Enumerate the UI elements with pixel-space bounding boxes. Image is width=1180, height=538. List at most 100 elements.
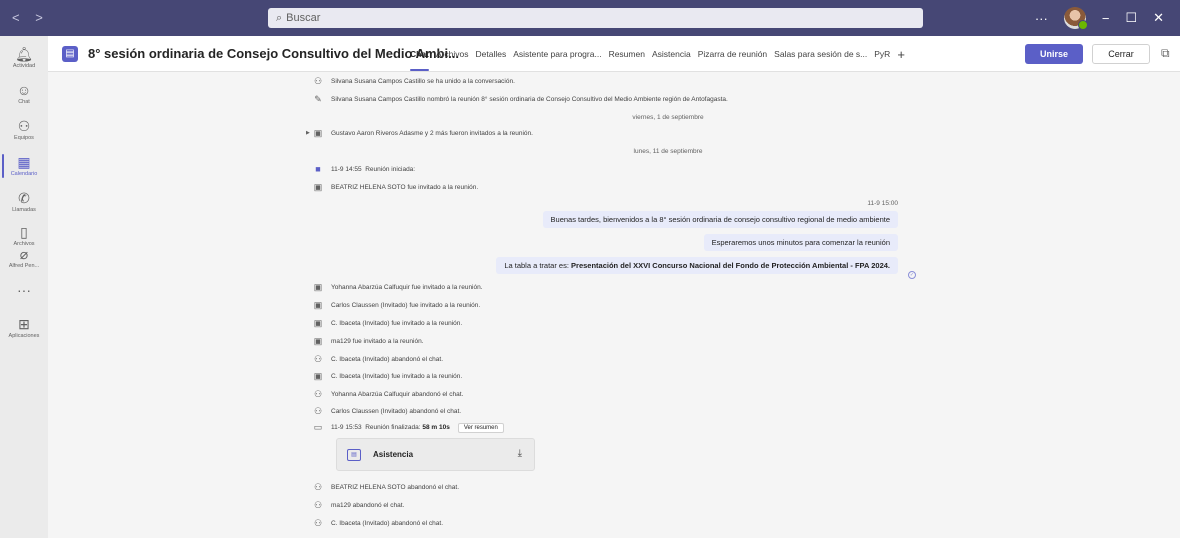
- event-text: Yohanna Abarzúa Calfuquir fue invitado a…: [331, 284, 483, 291]
- avatar[interactable]: [1063, 7, 1088, 30]
- tab-pizarra[interactable]: Pizarra de reunión: [698, 49, 767, 59]
- list-item: ▣ ma129 fue invitado a la reunión.: [312, 336, 424, 347]
- message-text: La tabla a tratar es:: [504, 261, 572, 270]
- attendance-file-card[interactable]: ▤ Asistencia ⤓: [336, 438, 535, 471]
- chat-area[interactable]: ⚇ Silvana Susana Campos Castillo se ha u…: [48, 72, 1180, 538]
- list-item: ■ 11-9 14:55 Reunión iniciada:: [312, 164, 415, 174]
- list-item: ✎ Silvana Susana Campos Castillo nombró …: [312, 94, 728, 105]
- event-text: C. Ibaceta (Invitado) fue invitado a la …: [331, 373, 463, 380]
- rail-item-chat[interactable]: ☺ Chat: [0, 76, 48, 112]
- rail-item-aplicaciones[interactable]: ⊞ Aplicaciones: [0, 310, 48, 346]
- rail-item-more[interactable]: ···: [0, 272, 48, 308]
- list-item: ▣ BEATRIZ HELENA SOTO fue invitado a la …: [312, 182, 478, 193]
- popout-icon[interactable]: ⧉: [1161, 46, 1170, 61]
- rail-item-actividad[interactable]: 🔔︎ Actividad: [0, 40, 48, 76]
- rail-label: Llamadas: [12, 207, 36, 213]
- event-text: ma129 fue invitado a la reunión.: [331, 338, 424, 345]
- more-options-button[interactable]: ···: [1035, 11, 1048, 26]
- search-placeholder: Buscar: [286, 12, 321, 24]
- search-icon: ⌕: [276, 11, 283, 24]
- person-join-icon: ⚇: [313, 76, 323, 86]
- tab-salas[interactable]: Salas para sesión de s...: [774, 49, 867, 59]
- person-leave-icon: ⚇: [313, 406, 323, 416]
- tab-pyr[interactable]: PyR: [874, 49, 890, 59]
- rail-item-calendario[interactable]: ▦ Calendario: [0, 148, 48, 184]
- event-text: Carlos Claussen (Invitado) abandonó el c…: [331, 408, 462, 415]
- list-item: ▣ C. Ibaceta (Invitado) fue invitado a l…: [312, 371, 462, 382]
- tab-asistente[interactable]: Asistente para progra...: [513, 49, 601, 59]
- event-text: BEATRIZ HELENA SOTO fue invitado a la re…: [331, 184, 479, 191]
- person-leave-icon: ⚇: [313, 389, 323, 399]
- tab-archivos[interactable]: Archivos: [436, 49, 469, 59]
- list-item: ⚇ C. Ibaceta (Invitado) abandonó el chat…: [312, 354, 443, 365]
- meeting-duration: 58 m 10s: [422, 424, 450, 431]
- list-item: ▣ C. Ibaceta (Invitado) fue invitado a l…: [312, 318, 462, 329]
- file-icon: ▯: [20, 224, 28, 240]
- back-forward-nav[interactable]: < >: [12, 10, 49, 25]
- chat-message[interactable]: Esperaremos unos minutos para comenzar l…: [703, 234, 898, 251]
- event-time: 11-9 14:55: [331, 165, 362, 173]
- event-text: Gustavo Aaron Riveros Adasme y 2 más fue…: [331, 130, 533, 137]
- event-text: Silvana Susana Campos Castillo se ha uni…: [331, 78, 515, 85]
- rail-label: Calendario: [10, 171, 38, 177]
- app-icon: ⌀: [19, 246, 29, 262]
- event-text: Carlos Claussen (Invitado) fue invitado …: [331, 302, 481, 309]
- tab-resumen[interactable]: Resumen: [609, 49, 645, 59]
- chat-message[interactable]: Buenas tardes, bienvenidos a la 8° sesió…: [542, 211, 898, 228]
- person-leave-icon: ⚇: [313, 482, 323, 492]
- calendar-icon: ▦: [17, 154, 31, 170]
- meeting-header: ▤ 8° sesión ordinaria de Consejo Consult…: [48, 36, 1180, 72]
- app-rail: 🔔︎ Actividad ☺ Chat ⚇ Equipos ▦ Calendar…: [0, 36, 48, 538]
- person-leave-icon: ⚇: [313, 354, 323, 364]
- list-item: ⚇ ma129 abandonó el chat.: [312, 500, 404, 511]
- page-title: 8° sesión ordinaria de Consejo Consultiv…: [88, 46, 459, 61]
- tab-chat[interactable]: Chat: [410, 49, 429, 71]
- video-camera-icon: ■: [315, 164, 321, 174]
- maximize-button[interactable]: ☐: [1125, 10, 1137, 26]
- list-item: ⚇ Yohanna Abarzúa Calfuquir abandonó el …: [312, 389, 463, 400]
- list-item: ⚇ C. Ibaceta (Invitado) abandonó el chat…: [312, 518, 443, 529]
- list-item: ▭ 11-9 15:53 Reunión finalizada: 58 m 10…: [312, 422, 504, 433]
- add-tab-button[interactable]: +: [897, 47, 905, 62]
- person-leave-icon: ⚇: [313, 500, 323, 510]
- calendar-add-icon: ▣: [313, 182, 323, 192]
- window-controls: ··· − ☐ ✕: [1035, 0, 1180, 36]
- list-item: ▣ Yohanna Abarzúa Calfuquir fue invitado…: [312, 282, 483, 293]
- list-item[interactable]: ▣ Gustavo Aaron Riveros Adasme y 2 más f…: [312, 128, 533, 139]
- calendar-add-icon: ▣: [313, 300, 323, 310]
- date-divider: lunes, 11 de septiembre: [633, 148, 703, 155]
- pencil-icon: ✎: [314, 94, 322, 104]
- rail-item-llamadas[interactable]: ✆ Llamadas: [0, 184, 48, 220]
- join-button[interactable]: Unirse: [1025, 44, 1083, 64]
- download-icon[interactable]: ⤓: [518, 448, 522, 459]
- rail-label: Actividad: [12, 63, 36, 69]
- close-button[interactable]: Cerrar: [1092, 44, 1150, 64]
- rail-item-equipos[interactable]: ⚇ Equipos: [0, 112, 48, 148]
- video-camera-icon: ▭: [313, 422, 323, 432]
- event-text: Silvana Susana Campos Castillo nombró la…: [331, 96, 728, 103]
- seen-check-icon: ✓: [908, 271, 916, 279]
- calendar-add-icon: ▣: [313, 282, 323, 292]
- tab-bar: Chat Archivos Detalles Asistente para pr…: [410, 36, 905, 72]
- rail-item-alfred[interactable]: ⌀ Alfred Pen...: [0, 240, 48, 276]
- event-text: Yohanna Abarzúa Calfuquir abandonó el ch…: [331, 391, 464, 398]
- calendar-add-icon: ▣: [313, 318, 323, 328]
- title-bar: < > ⌕ Buscar ··· − ☐ ✕: [0, 0, 1180, 36]
- close-window-button[interactable]: ✕: [1153, 10, 1164, 26]
- event-time: 11-9 15:53: [331, 424, 362, 431]
- meeting-calendar-icon: ▤: [62, 46, 78, 62]
- list-item: ▣ Carlos Claussen (Invitado) fue invitad…: [312, 300, 481, 311]
- phone-icon: ✆: [18, 190, 30, 206]
- calendar-add-icon: ▣: [313, 371, 323, 381]
- teams-icon: ⚇: [17, 118, 31, 134]
- attachment-name: Asistencia: [373, 450, 414, 459]
- chat-message[interactable]: La tabla a tratar es: Presentación del X…: [496, 257, 898, 274]
- calendar-add-icon: ▣: [313, 336, 323, 346]
- minimize-button[interactable]: −: [1102, 11, 1110, 26]
- rail-label: Alfred Pen...: [8, 263, 40, 269]
- search-input[interactable]: ⌕ Buscar: [268, 8, 923, 28]
- tab-detalles[interactable]: Detalles: [475, 49, 506, 59]
- view-summary-button[interactable]: Ver resumen: [457, 422, 504, 433]
- expand-arrow-icon[interactable]: ▶: [306, 130, 310, 136]
- tab-asistencia[interactable]: Asistencia: [652, 49, 691, 59]
